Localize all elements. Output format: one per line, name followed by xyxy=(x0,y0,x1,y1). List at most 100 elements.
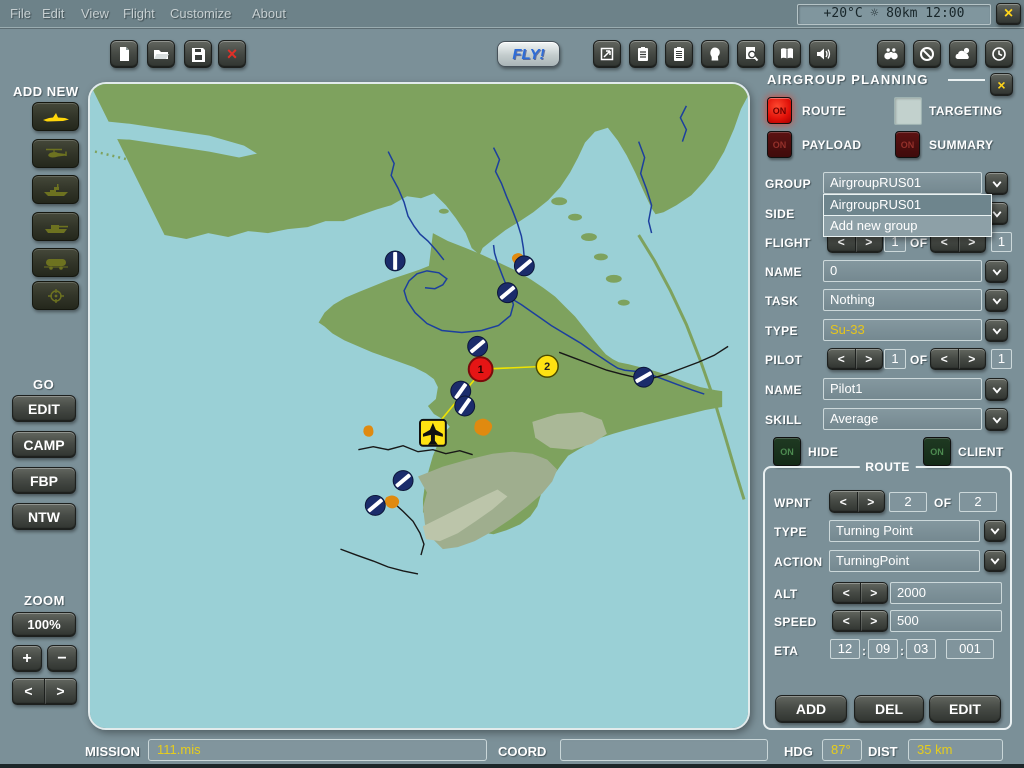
type-dropdown-button[interactable] xyxy=(985,319,1008,342)
dropdown-option-selected[interactable]: AirgroupRUS01 xyxy=(824,195,991,216)
pan-right-button[interactable]: > xyxy=(45,679,76,704)
mission-field[interactable]: 111.mis xyxy=(148,739,487,761)
speed-spinner[interactable]: <> xyxy=(832,610,888,632)
spinner-next[interactable]: > xyxy=(856,349,883,369)
summary-toggle-label: SUMMARY xyxy=(929,138,993,152)
name-dropdown-button[interactable] xyxy=(985,260,1008,283)
spinner-prev[interactable]: < xyxy=(830,492,858,512)
dropdown-option[interactable]: Add new group xyxy=(824,216,991,236)
add-airplane-button[interactable] xyxy=(32,102,79,131)
eta-minutes-field[interactable]: 09 xyxy=(868,639,898,659)
name-field[interactable]: 0 xyxy=(823,260,982,282)
airbase-marker[interactable] xyxy=(385,251,405,271)
eta-hours-field[interactable]: 12 xyxy=(830,639,860,659)
menu-view[interactable]: View xyxy=(81,6,109,21)
targeting-toggle[interactable] xyxy=(894,97,922,125)
open-mission-button[interactable] xyxy=(147,40,175,68)
eta-seconds-field[interactable]: 03 xyxy=(906,639,936,659)
add-helicopter-button[interactable] xyxy=(32,139,79,168)
pilot-name-field[interactable]: Pilot1 xyxy=(823,378,982,400)
add-train-button[interactable] xyxy=(32,248,79,277)
fly-button[interactable]: FLY! xyxy=(497,41,560,67)
go-edit-button[interactable]: EDIT xyxy=(12,395,76,422)
pilot-roster-button[interactable] xyxy=(701,40,729,68)
new-mission-button[interactable] xyxy=(110,40,138,68)
action-dropdown-button[interactable] xyxy=(984,550,1006,572)
menu-file[interactable]: File xyxy=(10,6,31,21)
go-ntw-button[interactable]: NTW xyxy=(12,503,76,530)
alt-field[interactable]: 2000 xyxy=(890,582,1002,604)
speed-field[interactable]: 500 xyxy=(890,610,1002,632)
crosshair-icon xyxy=(42,289,70,303)
briefing-button[interactable] xyxy=(665,40,693,68)
waypoint-2[interactable]: 2 xyxy=(536,355,558,377)
skill-field[interactable]: Average xyxy=(823,408,982,430)
pan-control[interactable]: < > xyxy=(12,678,77,705)
add-ship-button[interactable] xyxy=(32,175,79,204)
spinner-next[interactable]: > xyxy=(861,611,888,631)
close-mission-button[interactable]: × xyxy=(218,40,246,68)
group-list-button[interactable] xyxy=(593,40,621,68)
pan-left-button[interactable]: < xyxy=(13,679,45,704)
action-field[interactable]: TurningPoint xyxy=(829,550,980,572)
panel-close-button[interactable]: × xyxy=(990,73,1013,96)
aircraft-map-icon[interactable] xyxy=(420,420,446,446)
wpnt-label: WPNT xyxy=(774,496,811,510)
pilot-total-spinner[interactable]: <> xyxy=(930,348,986,370)
task-field[interactable]: Nothing xyxy=(823,289,982,311)
zoom-out-button[interactable]: − xyxy=(47,645,77,672)
wpnt-type-field[interactable]: Turning Point xyxy=(829,520,980,542)
spinner-next[interactable]: > xyxy=(959,349,986,369)
spinner-prev[interactable]: < xyxy=(931,349,959,369)
wpnt-num-value: 2 xyxy=(889,492,927,512)
wpnt-type-dropdown-button[interactable] xyxy=(984,520,1006,542)
summary-toggle[interactable]: ON xyxy=(895,131,920,158)
close-icon: × xyxy=(997,78,1005,92)
payload-toggle[interactable]: ON xyxy=(767,131,792,158)
notes-button[interactable] xyxy=(629,40,657,68)
name-label: NAME xyxy=(765,265,802,279)
wpnt-spinner[interactable]: <> xyxy=(829,490,885,513)
waypoint-edit-button[interactable]: EDIT xyxy=(929,695,1001,723)
airgroup-planning-panel: AIRGROUP PLANNING × ON ROUTE TARGETING O… xyxy=(755,62,1024,738)
go-fbp-button[interactable]: FBP xyxy=(12,467,76,494)
hide-toggle[interactable]: ON xyxy=(773,437,801,466)
zoom-level-button[interactable]: 100% xyxy=(12,612,76,637)
pilot-num-spinner[interactable]: <> xyxy=(827,348,883,370)
client-toggle[interactable]: ON xyxy=(923,437,951,466)
go-camp-button[interactable]: CAMP xyxy=(12,431,76,458)
waypoint-1[interactable]: 1 xyxy=(469,357,493,381)
task-dropdown-button[interactable] xyxy=(985,289,1008,312)
spinner-prev[interactable]: < xyxy=(833,611,861,631)
zoom-in-button[interactable]: + xyxy=(12,645,42,672)
waypoint-add-button[interactable]: ADD xyxy=(775,695,847,723)
group-dropdown-button[interactable] xyxy=(985,172,1008,195)
route-toggle[interactable]: ON xyxy=(767,97,792,124)
hdg-value: 87° xyxy=(822,739,862,761)
coord-field[interactable] xyxy=(560,739,768,761)
dist-value: 35 km xyxy=(908,739,1003,761)
pilot-name-dropdown-button[interactable] xyxy=(985,378,1008,401)
menu-edit[interactable]: Edit xyxy=(42,6,64,21)
menu-about[interactable]: About xyxy=(252,6,286,21)
window-close-button[interactable]: × xyxy=(996,3,1021,25)
spinner-prev[interactable]: < xyxy=(828,349,856,369)
menu-customize[interactable]: Customize xyxy=(170,6,231,21)
alt-label: ALT xyxy=(774,587,798,601)
group-field[interactable]: AirgroupRUS01 xyxy=(823,172,982,194)
save-mission-button[interactable] xyxy=(184,40,212,68)
type-field[interactable]: Su-33 xyxy=(823,319,982,341)
eta-day-field[interactable]: 001 xyxy=(946,639,994,659)
spinner-prev[interactable]: < xyxy=(833,583,861,603)
skill-dropdown-button[interactable] xyxy=(985,408,1008,431)
alt-spinner[interactable]: <> xyxy=(832,582,888,604)
pilot-name-label: NAME xyxy=(765,383,802,397)
add-vehicle-button[interactable] xyxy=(32,212,79,241)
mission-editor-window: { "ui": { "prev": "<", "next": ">", "clo… xyxy=(0,0,1024,768)
map-canvas[interactable]: 1 2 xyxy=(88,82,750,730)
spinner-next[interactable]: > xyxy=(858,492,885,512)
waypoint-del-button[interactable]: DEL xyxy=(854,695,924,723)
spinner-next[interactable]: > xyxy=(861,583,888,603)
add-target-button[interactable] xyxy=(32,281,79,310)
menu-flight[interactable]: Flight xyxy=(123,6,155,21)
